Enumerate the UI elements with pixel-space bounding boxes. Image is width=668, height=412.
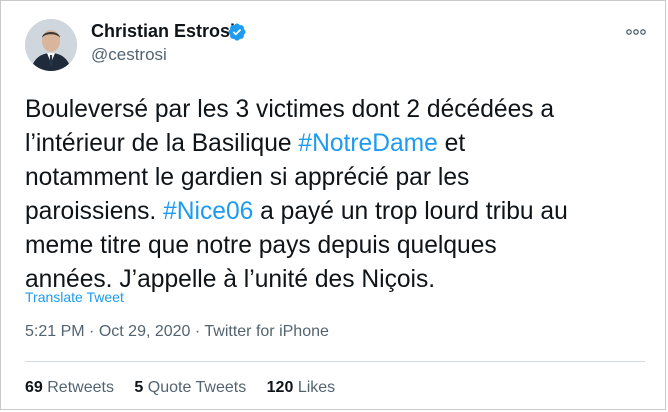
tweet-text-line: meme titre que notre pays depuis quelque… [25, 229, 655, 263]
meta-separator: · [194, 323, 201, 340]
retweets-stat[interactable]: 69 Retweets [25, 379, 118, 396]
tweet-text-line: Bouleversé par les 3 victimes dont 2 déc… [25, 93, 655, 127]
engagement-stats: 69 Retweets 5 Quote Tweets 120 Likes [25, 379, 351, 397]
retweets-label: Retweets [47, 379, 114, 396]
tweet-text-segment: meme titre que notre pays depuis quelque… [25, 232, 497, 259]
retweets-count: 69 [25, 379, 43, 396]
verified-badge-icon [228, 23, 246, 41]
tweet-text-line: paroissiens. #Nice06 a payé un trop lour… [25, 195, 655, 229]
quote-tweets-count: 5 [134, 379, 144, 396]
tweet-date[interactable]: Oct 29, 2020 [99, 323, 191, 340]
tweet-meta: 5:21 PM · Oct 29, 2020 · Twitter for iPh… [25, 323, 329, 341]
likes-stat[interactable]: 120 Likes [267, 379, 336, 396]
tweet-text-segment: notamment le gardien si apprécié par les [25, 164, 470, 191]
likes-label: Likes [297, 379, 336, 396]
tweet-text-segment: l’intérieur de la Basilique [25, 130, 299, 157]
avatar-photo [25, 19, 77, 71]
tweet-text-segment: paroissiens. [25, 198, 164, 225]
more-options-icon[interactable] [625, 25, 647, 39]
tweet-text-segment: et [437, 130, 466, 157]
tweet-text: Bouleversé par les 3 victimes dont 2 déc… [25, 93, 655, 297]
quote-tweets-stat[interactable]: 5 Quote Tweets [134, 379, 250, 396]
tweet-card: Christian Estrosi @cestrosi Bouleversé p… [0, 0, 666, 410]
likes-count: 120 [266, 379, 294, 396]
tweet-source[interactable]: Twitter for iPhone [204, 323, 329, 340]
divider [25, 361, 645, 362]
tweet-text-line: l’intérieur de la Basilique #NotreDame e… [25, 127, 655, 161]
author-handle[interactable]: @cestrosi [91, 45, 167, 65]
meta-separator: · [89, 323, 95, 340]
author-name[interactable]: Christian Estrosi [91, 21, 235, 42]
translate-tweet-link[interactable]: Translate Tweet [25, 289, 124, 305]
tweet-text-segment: Bouleversé par les 3 victimes dont 2 déc… [25, 96, 555, 123]
hashtag-link[interactable]: #Nice06 [163, 198, 253, 225]
hashtag-link[interactable]: #NotreDame [298, 130, 437, 157]
tweet-text-line: notamment le gardien si apprécié par les [25, 161, 655, 195]
tweet-time[interactable]: 5:21 PM [25, 323, 85, 340]
avatar[interactable] [25, 19, 77, 71]
tweet-text-segment: a payé un trop lourd tribu au [253, 198, 568, 225]
quote-tweets-label: Quote Tweets [147, 379, 247, 396]
